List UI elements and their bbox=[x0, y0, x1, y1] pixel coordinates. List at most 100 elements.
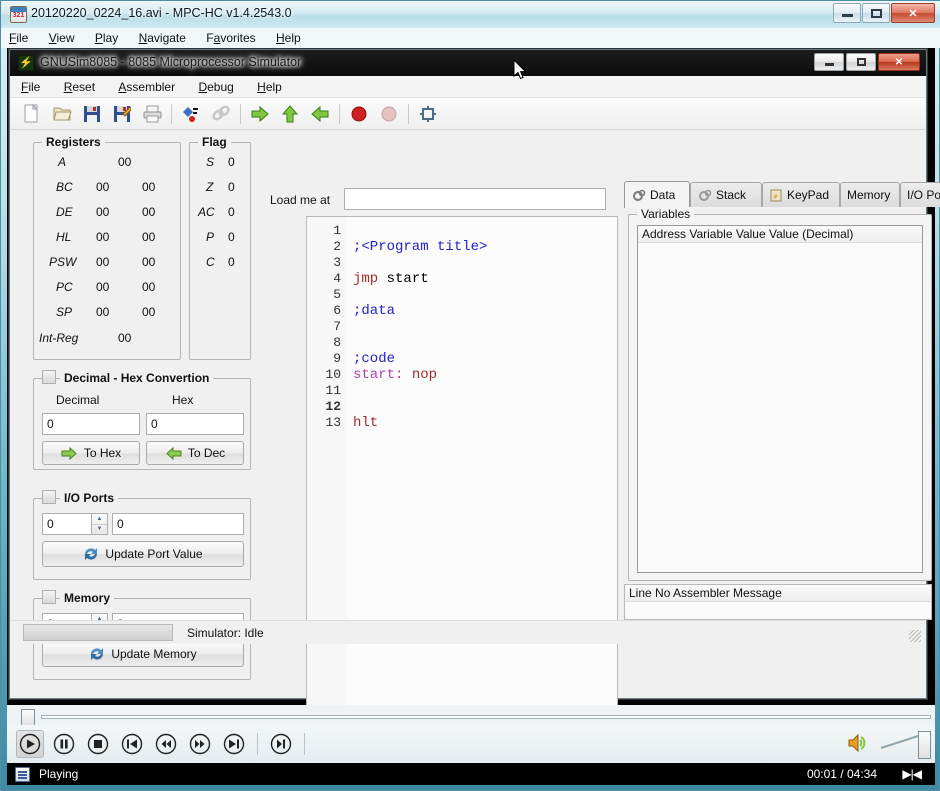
tab-io-ports[interactable]: I/O Ports bbox=[900, 182, 940, 207]
editor-code-line[interactable]: ;code bbox=[353, 351, 395, 367]
step-back-button[interactable] bbox=[152, 730, 180, 758]
skip-back-button[interactable] bbox=[118, 730, 146, 758]
stop-button[interactable] bbox=[84, 730, 112, 758]
mpc-time-display[interactable]: 00:01 / 04:34 bbox=[807, 767, 877, 781]
sim-maximize-button[interactable] bbox=[846, 53, 876, 71]
speaker-icon[interactable] bbox=[846, 730, 874, 758]
decimal-input[interactable] bbox=[42, 413, 140, 435]
calendar-icon: 321 bbox=[10, 6, 27, 23]
mpc-menu-file[interactable]: FFileile bbox=[1, 28, 37, 48]
sim-window-buttons: ✕ bbox=[814, 53, 920, 71]
mpc-seek-thumb[interactable] bbox=[21, 709, 35, 726]
sim-close-button[interactable]: ✕ bbox=[878, 53, 920, 71]
mpc-titlebar[interactable]: 321 20120220_0224_16.avi - MPC-HC v1.4.2… bbox=[1, 1, 940, 28]
registers-group-label: Registers bbox=[42, 135, 105, 149]
mpc-statusbar: Playing 00:01 / 04:34 ▶|◀ bbox=[7, 763, 935, 785]
register-name: PSW bbox=[49, 255, 77, 269]
assembler-messages-header[interactable]: Line No Assembler Message bbox=[625, 585, 931, 602]
register-value: 00 bbox=[142, 180, 156, 194]
editor-code-line[interactable]: hlt bbox=[353, 415, 378, 431]
editor-code-line[interactable]: start: nop bbox=[353, 367, 437, 383]
refresh-icon[interactable] bbox=[413, 100, 443, 128]
sim-menu-reset[interactable]: Reset bbox=[54, 76, 105, 98]
sim-menu-file[interactable]: File bbox=[11, 76, 50, 98]
reset-icon[interactable] bbox=[374, 100, 404, 128]
mpc-close-button[interactable]: ✕ bbox=[891, 3, 935, 23]
mpc-menu-navigate[interactable]: Navigate bbox=[131, 28, 195, 48]
register-name: PC bbox=[56, 280, 73, 294]
flag-value: 0 bbox=[228, 255, 235, 269]
save-file-icon[interactable] bbox=[77, 100, 107, 128]
register-name: SP bbox=[56, 305, 73, 319]
editor-code-line[interactable]: ;data bbox=[353, 303, 395, 319]
skip-forward-button[interactable] bbox=[220, 730, 248, 758]
to-hex-label: To Hex bbox=[83, 446, 122, 460]
step-back-icon[interactable] bbox=[305, 100, 335, 128]
tab-data[interactable]: Data bbox=[624, 181, 690, 208]
io-port-stepper[interactable]: ▲ ▼ bbox=[92, 513, 108, 535]
mpc-menu-help[interactable]: Help bbox=[268, 28, 310, 48]
code-editor[interactable]: 1 2 3 4 5 6 7 8 9 10 11 12 13 ;<Program title> jmp st… bbox=[306, 216, 618, 720]
memory-expander-icon[interactable] bbox=[42, 590, 56, 604]
register-value: 00 bbox=[96, 255, 110, 269]
frame-step-button[interactable] bbox=[267, 730, 295, 758]
io-ports-group: I/O Ports ▲▼ Update Port Value bbox=[33, 490, 251, 580]
editor-line-number: 3 bbox=[333, 255, 341, 270]
resize-grip-icon[interactable] bbox=[909, 630, 921, 642]
open-file-icon[interactable] bbox=[47, 100, 77, 128]
conversion-expander-icon[interactable] bbox=[42, 370, 56, 384]
step-into-icon[interactable] bbox=[275, 100, 305, 128]
mpc-minimize-button[interactable] bbox=[833, 3, 861, 23]
editor-code-line[interactable]: ;<Program title> bbox=[353, 239, 487, 255]
tab-memory[interactable]: Memory bbox=[840, 182, 900, 207]
sim-menu-assembler[interactable]: Assembler bbox=[108, 76, 185, 98]
stepper-down-icon[interactable]: ▼ bbox=[92, 525, 107, 535]
step-forward-button[interactable] bbox=[186, 730, 214, 758]
gear-icon bbox=[699, 189, 712, 201]
mpc-seek-track[interactable] bbox=[41, 715, 931, 719]
variables-group: Variables Address Variable Value Value (… bbox=[628, 207, 932, 581]
sim-minimize-button[interactable] bbox=[814, 53, 844, 71]
play-button[interactable] bbox=[16, 730, 44, 758]
to-hex-button[interactable]: To Hex bbox=[42, 441, 140, 465]
stepper-up-icon[interactable]: ▲ bbox=[92, 514, 107, 525]
assemble-icon[interactable] bbox=[176, 100, 206, 128]
io-port-number-input[interactable] bbox=[42, 513, 92, 535]
tab-keypad[interactable]: KeyPad bbox=[762, 182, 840, 207]
mpc-menubar: FFileile View Play Navigate Favorites He… bbox=[1, 28, 940, 48]
mpc-menu-view[interactable]: View bbox=[41, 28, 84, 48]
sim-menu-help[interactable]: Help bbox=[247, 76, 292, 98]
pause-button[interactable] bbox=[50, 730, 78, 758]
link-icon[interactable] bbox=[206, 100, 236, 128]
print-icon[interactable] bbox=[137, 100, 167, 128]
io-port-value-input[interactable] bbox=[112, 513, 244, 535]
code-token: start bbox=[378, 271, 429, 287]
hex-input[interactable] bbox=[146, 413, 244, 435]
load-me-at-input[interactable] bbox=[344, 188, 606, 210]
mpc-menu-play[interactable]: Play bbox=[87, 28, 127, 48]
keypad-icon bbox=[770, 189, 782, 201]
mpc-maximize-button[interactable] bbox=[862, 3, 890, 23]
tab-stack[interactable]: Stack bbox=[690, 182, 762, 207]
flags-group: Flag S 0 Z 0 AC 0 P 0 C 0 bbox=[189, 135, 251, 360]
sim-status-text: Simulator: Idle bbox=[187, 625, 264, 640]
stop-icon[interactable] bbox=[344, 100, 374, 128]
editor-code-line[interactable]: jmp start bbox=[353, 271, 429, 287]
assembler-messages-panel[interactable]: Line No Assembler Message bbox=[624, 584, 932, 620]
update-memory-button[interactable]: Update Memory bbox=[42, 641, 244, 667]
mpc-menu-favorites[interactable]: Favorites bbox=[198, 28, 264, 48]
sim-menu-debug[interactable]: Debug bbox=[188, 76, 243, 98]
sim-titlebar[interactable]: ⚡ GNUSim8085 - 8085 Microprocessor Simul… bbox=[10, 50, 926, 76]
to-dec-button[interactable]: To Dec bbox=[146, 441, 244, 465]
io-ports-expander-icon[interactable] bbox=[42, 490, 56, 504]
sim-statusbar: Simulator: Idle bbox=[11, 620, 925, 644]
flag-name: P bbox=[206, 230, 215, 244]
update-port-value-button[interactable]: Update Port Value bbox=[42, 541, 244, 567]
decimal-label: Decimal bbox=[56, 393, 100, 407]
save-as-file-icon[interactable] bbox=[107, 100, 137, 128]
variables-list-header[interactable]: Address Variable Value Value (Decimal) bbox=[638, 226, 922, 243]
new-file-icon[interactable] bbox=[17, 100, 47, 128]
volume-slider-thumb[interactable] bbox=[918, 731, 931, 759]
variables-list[interactable]: Address Variable Value Value (Decimal) bbox=[637, 225, 923, 573]
step-next-icon[interactable] bbox=[245, 100, 275, 128]
